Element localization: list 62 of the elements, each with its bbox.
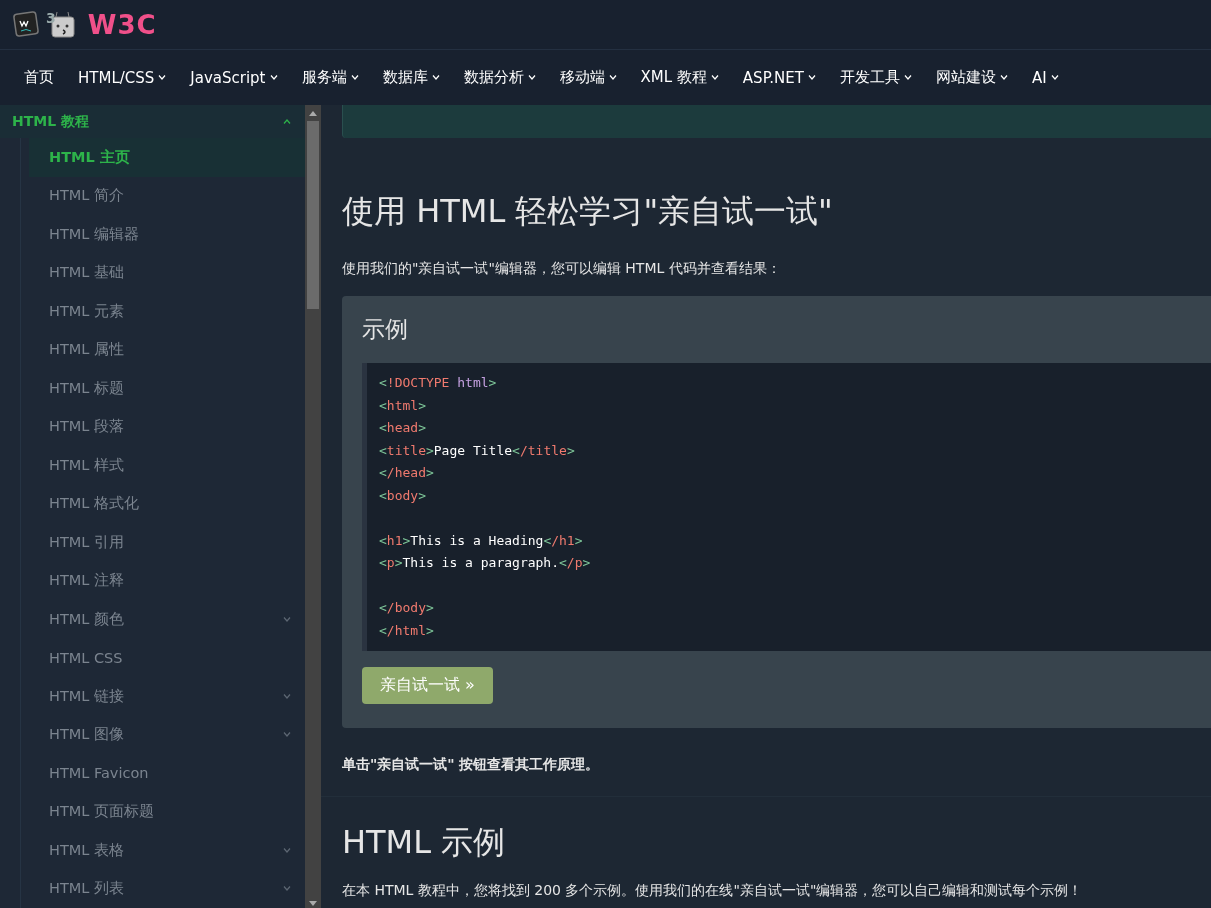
caret-down-icon (283, 693, 291, 699)
caret-down-icon (527, 75, 536, 80)
sidebar-item[interactable]: HTML 属性 (29, 330, 305, 369)
sidebar-item[interactable]: HTML 图像 (29, 715, 305, 754)
nav-menu-item[interactable]: 数据库 (370, 68, 452, 87)
sidebar-item[interactable]: HTML 主页 (29, 138, 305, 177)
nav-menu-item[interactable]: 服务端 (289, 68, 371, 87)
logo-text[interactable]: W3C (87, 9, 157, 40)
caret-down-icon (283, 886, 291, 892)
caret-down-icon (904, 75, 912, 80)
nav-menu-item[interactable]: 网站建设 (924, 68, 1020, 87)
caret-down-icon (710, 75, 719, 80)
nav-menu-item[interactable]: 首页 (12, 68, 66, 87)
nav-menu-item[interactable]: XML 教程 (628, 68, 731, 87)
nav-menu-item[interactable]: AI (1020, 68, 1071, 87)
caret-down-icon (808, 75, 816, 80)
sidebar-item[interactable]: HTML 简介 (29, 176, 305, 215)
caret-down-icon (283, 616, 291, 622)
caret-down-icon (431, 75, 440, 80)
scrollbar-drawing[interactable] (305, 105, 321, 908)
sidebar-item[interactable]: HTML 列表 (29, 869, 305, 908)
mascot-logo-drawing (12, 8, 78, 41)
caret-down-icon (1050, 75, 1059, 80)
caret-down-icon (350, 75, 359, 80)
caret-down-icon (283, 732, 291, 738)
sidebar-item[interactable]: HTML 基础 (29, 253, 305, 292)
note-text: 单击"亲自试一试" 按钮查看其工作原理。 (342, 756, 601, 774)
sidebar-item[interactable]: HTML 表格 (29, 831, 305, 870)
sidebar-item[interactable]: HTML 编辑器 (29, 215, 305, 254)
nav-menu-item[interactable]: 移动端 (547, 68, 629, 87)
nav-menu-item[interactable]: JavaScript (178, 68, 290, 87)
example-title: 示例 (362, 315, 409, 344)
page-heading: 使用 HTML 轻松学习"亲自试一试" (342, 191, 834, 232)
code-block: <!DOCTYPE html> <html> <head> <title>Page Title</title> </head> <body> <h1>This is a Heading</h1> <p>This is a paragraph.</p> </body> </html> (362, 363, 1211, 651)
nav-menu-item[interactable]: HTML/CSS (66, 68, 179, 87)
sidebar-item[interactable]: HTML 链接 (29, 677, 305, 716)
caret-down-icon (283, 847, 291, 853)
sidebar-item[interactable]: HTML 标题 (29, 369, 305, 408)
nav-menu-item[interactable]: ASP.NET (730, 68, 828, 87)
caret-up-icon (283, 119, 291, 124)
nav-menu-item[interactable]: 开发工具 (828, 68, 924, 87)
sidebar-item[interactable]: HTML 页面标题 (29, 792, 305, 831)
sidebar-item[interactable]: HTML 颜色 (29, 600, 305, 639)
caret-down-icon (1000, 75, 1008, 80)
caret-down-icon (269, 75, 278, 80)
sidebar-item[interactable]: HTML 格式化 (29, 484, 305, 523)
sidebar-item[interactable]: HTML 元素 (29, 292, 305, 331)
logo-superscript: 3 (46, 9, 56, 26)
try-it-button[interactable]: 亲自试一试 » (362, 667, 493, 704)
sidebar-item[interactable]: HTML 样式 (29, 446, 305, 485)
section-heading: HTML 示例 (342, 822, 507, 863)
sidebar-item[interactable]: HTML 注释 (29, 561, 305, 600)
sidebar-item[interactable]: HTML Favicon (29, 754, 305, 793)
caret-down-icon (158, 75, 167, 80)
sidebar-item[interactable]: HTML 段落 (29, 407, 305, 446)
sidebar-item[interactable]: HTML CSS (29, 638, 305, 677)
intro-text: 使用我们的"亲自试一试"编辑器，您可以编辑 HTML 代码并查看结果： (342, 260, 782, 278)
sidebar-item[interactable]: HTML 引用 (29, 523, 305, 562)
caret-down-icon (608, 75, 617, 80)
sidebar-section-header[interactable]: HTML 教程 (0, 105, 305, 138)
nav-menu-item[interactable]: 数据分析 (451, 68, 548, 87)
paragraph-text: 在本 HTML 教程中，您将找到 200 多个示例。使用我们的在线"亲自试一试"编辑器，您可以自己编辑和测试每个示例！ (342, 881, 1084, 899)
